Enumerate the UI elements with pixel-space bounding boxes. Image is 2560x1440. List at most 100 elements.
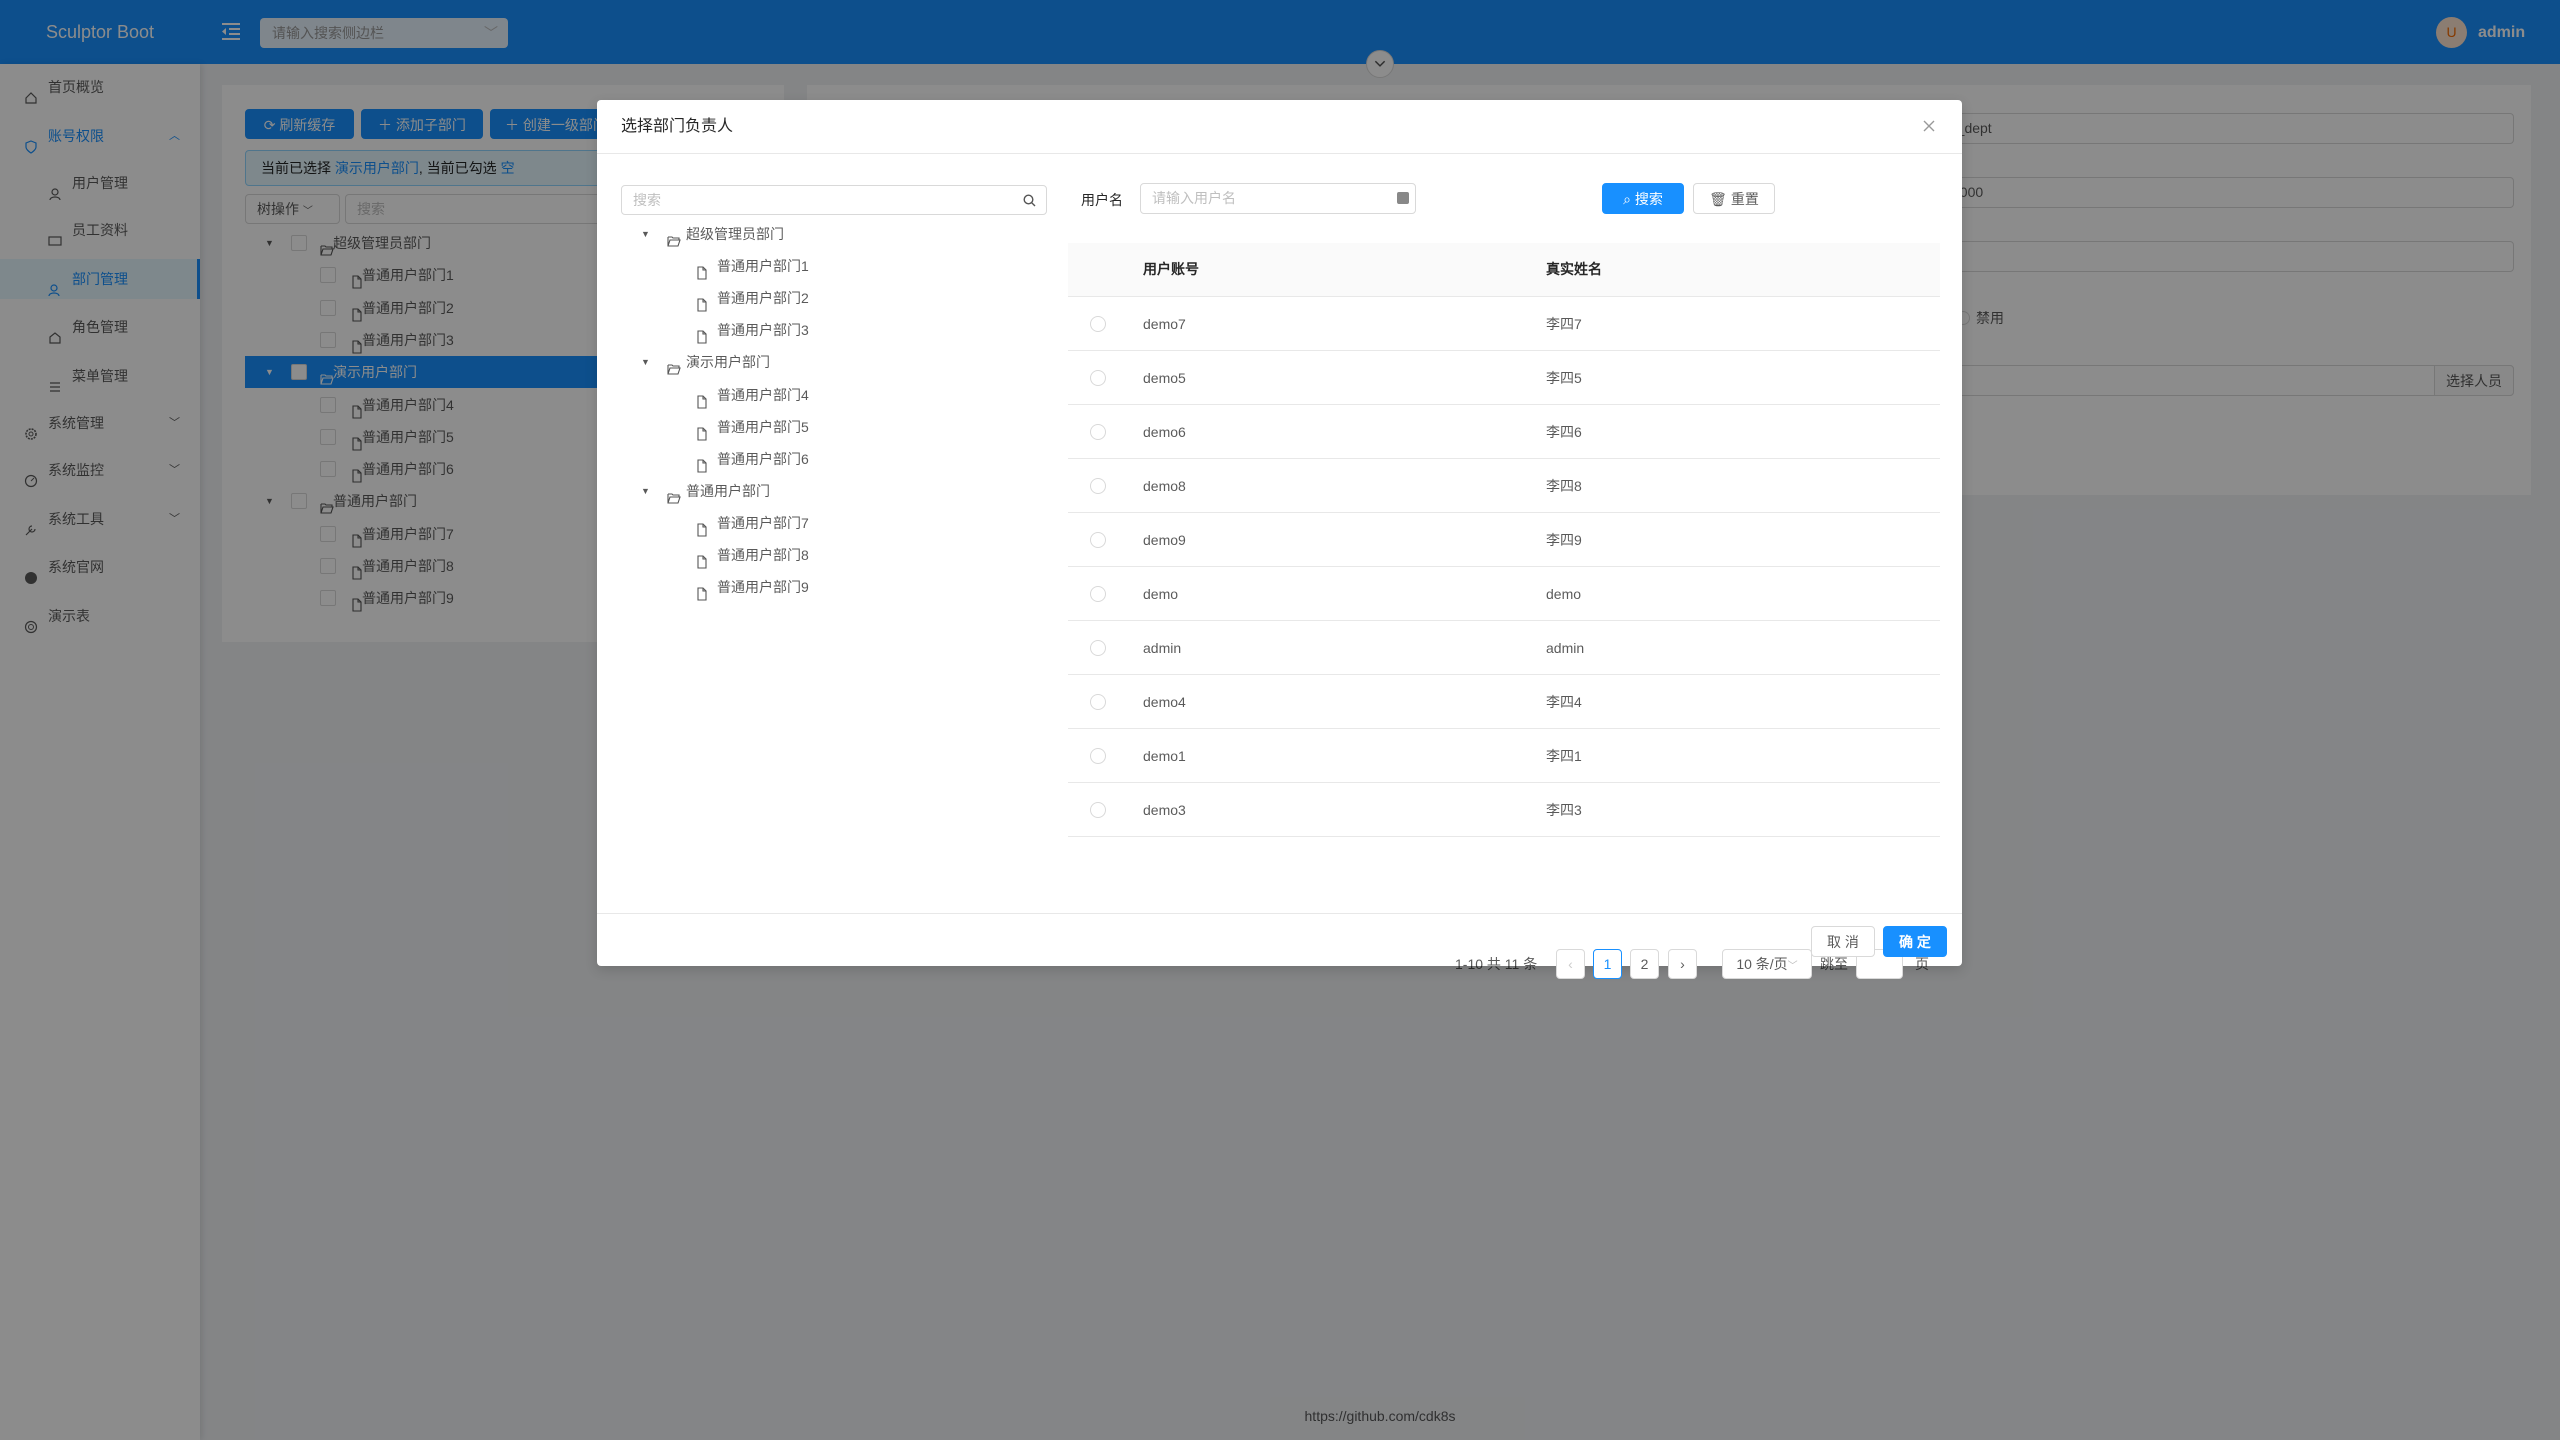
tree-node-label: 演示用户部门 bbox=[686, 354, 770, 371]
tree-node-label: 普通用户部门9 bbox=[717, 579, 809, 596]
user-account-cell: demo3 bbox=[1143, 802, 1186, 818]
user-account-cell: demo bbox=[1143, 586, 1179, 602]
table-row[interactable]: demo1 李四1 bbox=[1068, 729, 1940, 783]
row-radio[interactable] bbox=[1090, 532, 1106, 548]
real-name-cell: 李四6 bbox=[1546, 424, 1582, 440]
username-placeholder: 请输入用户名 bbox=[1152, 190, 1236, 206]
ok-button[interactable]: 确 定 bbox=[1883, 926, 1947, 957]
table-row[interactable]: demo8 李四8 bbox=[1068, 459, 1940, 513]
file-icon bbox=[695, 516, 709, 537]
modal-header: 选择部门负责人 bbox=[597, 100, 1962, 154]
modal-tree-search[interactable]: 搜索 bbox=[621, 185, 1047, 215]
real-name-cell: 李四3 bbox=[1546, 802, 1582, 818]
user-account-cell: demo4 bbox=[1143, 694, 1186, 710]
tree-node[interactable]: 普通用户部门8 bbox=[637, 539, 1037, 571]
user-account-cell: demo6 bbox=[1143, 424, 1186, 440]
search-label: 搜索 bbox=[1634, 191, 1663, 207]
table-row[interactable]: demo demo bbox=[1068, 567, 1940, 621]
caret-down-icon[interactable]: ▼ bbox=[641, 346, 650, 378]
reset-button[interactable]: 🗑 重置 bbox=[1693, 183, 1775, 214]
tree-node[interactable]: 普通用户部门4 bbox=[637, 379, 1037, 411]
tree-node[interactable]: 普通用户部门5 bbox=[637, 411, 1037, 443]
select-leader-modal: 选择部门负责人 搜索 ▼ 超级管理员部门普通用户部门1 普通用户部门2 普通用户部门3… bbox=[597, 100, 1962, 979]
tree-node-label: 普通用户部门8 bbox=[717, 547, 809, 563]
table-row[interactable]: demo9 李四9 bbox=[1068, 513, 1940, 567]
row-radio[interactable] bbox=[1090, 424, 1106, 440]
tree-node[interactable]: 普通用户部门7 bbox=[637, 507, 1037, 539]
column-header: 真实姓名 bbox=[1546, 261, 1602, 277]
row-radio[interactable] bbox=[1090, 802, 1106, 818]
file-icon bbox=[695, 420, 709, 441]
search-button[interactable]: ⌕ 搜索 bbox=[1602, 183, 1684, 214]
row-radio[interactable] bbox=[1090, 586, 1106, 602]
table-row[interactable]: demo6 李四6 bbox=[1068, 405, 1940, 459]
row-radio[interactable] bbox=[1090, 370, 1106, 386]
tree-node[interactable]: 普通用户部门9 bbox=[637, 571, 1037, 603]
close-icon[interactable] bbox=[1921, 118, 1937, 134]
autofill-key-icon[interactable] bbox=[1397, 192, 1409, 204]
row-radio[interactable] bbox=[1090, 694, 1106, 710]
tree-node-label: 普通用户部门2 bbox=[717, 290, 809, 307]
folder-open-icon bbox=[667, 355, 681, 375]
tree-node[interactable]: 普通用户部门1 bbox=[637, 250, 1037, 282]
row-radio[interactable] bbox=[1090, 478, 1106, 494]
tree-node-label: 普通用户部门7 bbox=[717, 514, 809, 531]
table-row[interactable]: demo7 李四7 bbox=[1068, 297, 1940, 351]
file-icon bbox=[695, 291, 709, 312]
table-row[interactable]: demo4 李四4 bbox=[1068, 675, 1940, 729]
table-header: 用户账号 真实姓名 bbox=[1068, 243, 1940, 297]
tree-node-label: 普通用户部门3 bbox=[717, 322, 809, 339]
tree-node[interactable]: ▼ 演示用户部门 bbox=[637, 346, 1037, 378]
tree-node-label: 超级管理员部门 bbox=[686, 226, 784, 242]
tree-node[interactable]: 普通用户部门2 bbox=[637, 282, 1037, 314]
tree-node[interactable]: 普通用户部门3 bbox=[637, 314, 1037, 346]
search-icon[interactable] bbox=[1023, 194, 1036, 207]
file-icon bbox=[695, 580, 709, 601]
folder-open-icon bbox=[667, 484, 681, 504]
user-account-cell: demo5 bbox=[1143, 370, 1186, 386]
user-account-cell: demo9 bbox=[1143, 532, 1186, 548]
file-icon bbox=[695, 452, 709, 473]
modal-title: 选择部门负责人 bbox=[621, 118, 734, 135]
real-name-cell: admin bbox=[1546, 640, 1585, 656]
modal-footer: 取 消 确 定 bbox=[597, 913, 1962, 966]
real-name-cell: 李四8 bbox=[1546, 478, 1582, 494]
tree-node-label: 普通用户部门 bbox=[686, 482, 770, 499]
search-icon: ⌕ bbox=[1623, 191, 1631, 207]
search-placeholder: 搜索 bbox=[633, 192, 661, 208]
table-row[interactable]: admin admin bbox=[1068, 621, 1940, 675]
username-input[interactable]: 请输入用户名 bbox=[1140, 183, 1416, 214]
real-name-cell: 李四5 bbox=[1546, 370, 1582, 386]
username-label: 用户名 bbox=[1081, 192, 1123, 208]
cancel-button[interactable]: 取 消 bbox=[1811, 926, 1875, 957]
tree-node[interactable]: ▼ 超级管理员部门 bbox=[637, 218, 1037, 250]
caret-down-icon[interactable]: ▼ bbox=[641, 475, 650, 507]
real-name-cell: 李四9 bbox=[1546, 532, 1582, 548]
file-icon bbox=[695, 259, 709, 280]
delete-icon: 🗑 bbox=[1709, 191, 1727, 207]
tree-node-label: 普通用户部门1 bbox=[717, 258, 809, 275]
caret-down-icon[interactable]: ▼ bbox=[641, 218, 650, 250]
column-header: 用户账号 bbox=[1143, 261, 1199, 277]
table-row[interactable]: demo5 李四5 bbox=[1068, 351, 1940, 405]
user-account-cell: demo1 bbox=[1143, 748, 1186, 764]
user-account-cell: demo8 bbox=[1143, 478, 1186, 494]
tree-node-label: 普通用户部门4 bbox=[717, 386, 809, 403]
tree-node-label: 普通用户部门6 bbox=[717, 450, 809, 467]
tree-node[interactable]: 普通用户部门6 bbox=[637, 443, 1037, 475]
row-radio[interactable] bbox=[1090, 316, 1106, 332]
row-radio[interactable] bbox=[1090, 748, 1106, 764]
user-account-cell: admin bbox=[1143, 640, 1182, 656]
file-icon bbox=[695, 323, 709, 344]
table-row[interactable]: demo3 李四3 bbox=[1068, 783, 1940, 837]
file-icon bbox=[695, 548, 709, 569]
row-radio[interactable] bbox=[1090, 640, 1106, 656]
user-account-cell: demo7 bbox=[1143, 316, 1186, 332]
real-name-cell: 李四7 bbox=[1546, 316, 1582, 332]
tree-node-label: 普通用户部门5 bbox=[717, 418, 809, 435]
real-name-cell: 李四4 bbox=[1546, 694, 1582, 710]
reset-label: 重置 bbox=[1730, 191, 1759, 207]
folder-open-icon bbox=[667, 227, 681, 247]
tree-node[interactable]: ▼ 普通用户部门 bbox=[637, 475, 1037, 507]
real-name-cell: 李四1 bbox=[1546, 748, 1582, 764]
